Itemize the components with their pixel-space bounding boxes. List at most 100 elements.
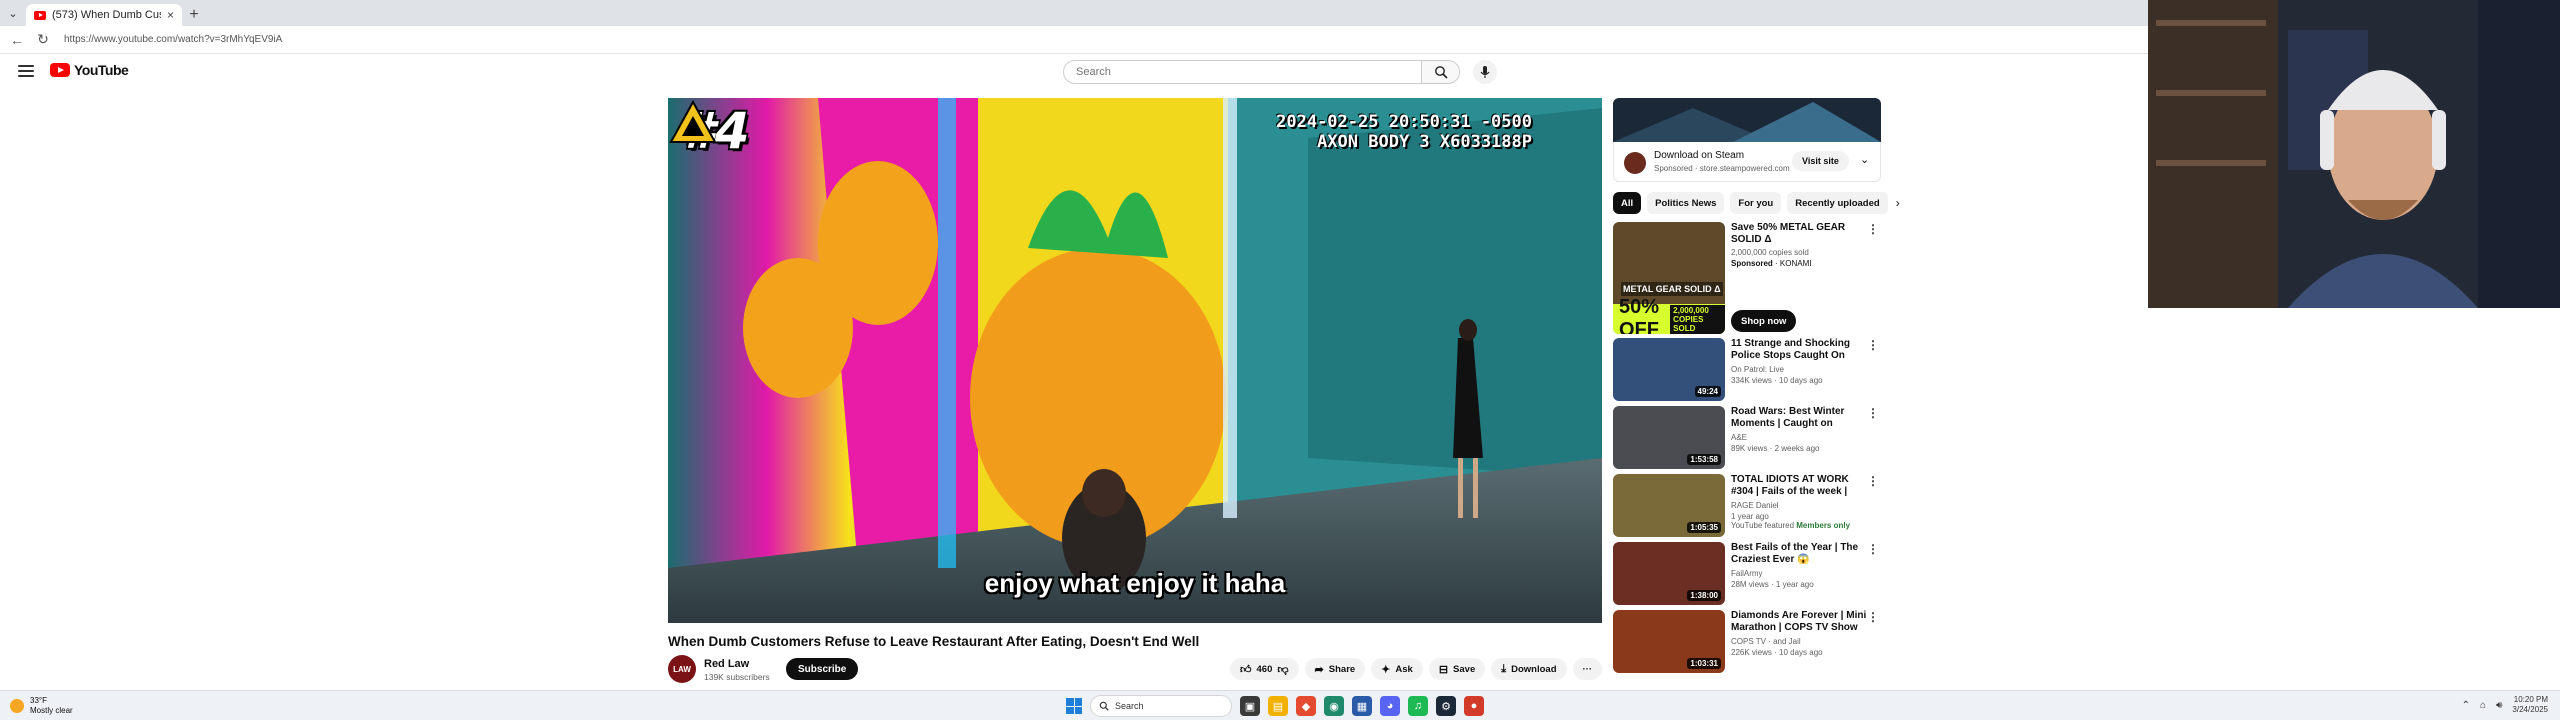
thumbs-down-icon[interactable]: 👎︎ <box>1277 663 1288 676</box>
task-view-icon[interactable]: ▣ <box>1240 696 1260 716</box>
chip-recently-uploaded[interactable]: Recently uploaded <box>1787 192 1888 214</box>
reload-icon[interactable]: ↻ <box>34 31 52 48</box>
search-button[interactable] <box>1422 60 1460 84</box>
tab-close-icon[interactable]: × <box>167 8 174 22</box>
channel-avatar[interactable]: LAW <box>668 655 696 683</box>
more-vert-icon[interactable]: ⋮ <box>1867 338 1879 352</box>
search-icon <box>1099 701 1109 711</box>
chip-politics-news[interactable]: Politics News <box>1647 192 1725 214</box>
youtube-logo[interactable]: YouTube <box>50 62 129 78</box>
recommendation-title[interactable]: TOTAL IDIOTS AT WORK #304 | Fails of the… <box>1731 474 1867 498</box>
video-caption: enjoy what enjoy it haha <box>984 568 1286 598</box>
recommendation-channel[interactable]: FailArmy <box>1731 569 1867 578</box>
more-actions-button[interactable]: ··· <box>1572 658 1602 680</box>
tab-list-button[interactable]: ⌄ <box>0 0 26 26</box>
bodycam-timestamp: 2024-02-25 20:50:31 -0500 AXON BODY 3 X6… <box>1276 112 1532 152</box>
shop-now-button[interactable]: Shop now <box>1731 310 1797 332</box>
tray-chevron-icon[interactable]: ⌃ <box>2462 700 2470 711</box>
recommendation-item[interactable]: 1:38:00 Best Fails of the Year | The Craz… <box>1613 542 1881 606</box>
recommendation-list: 49:24 11 Strange and Shocking Police Stop… <box>1613 338 1881 674</box>
save-button[interactable]: ⊟ Save <box>1428 658 1486 680</box>
video-frame <box>668 98 1602 623</box>
ask-button[interactable]: ✦ Ask <box>1371 658 1423 680</box>
more-vert-icon[interactable]: ⋮ <box>1867 406 1879 420</box>
recommendation-title[interactable]: Best Fails of the Year | The Craziest Ev… <box>1731 542 1867 566</box>
recommendation-info: Road Wars: Best Winter Moments | Caught … <box>1731 406 1867 453</box>
store-icon[interactable]: ▦ <box>1352 696 1372 716</box>
video-actions: 👍︎ 460 👎︎ ➦ Share ✦ Ask ⊟ Save ⤓ Downloa… <box>1230 658 1602 680</box>
recommendation-title[interactable]: 11 Strange and Shocking Police Stops Cau… <box>1731 338 1867 362</box>
download-icon: ⤓ <box>1501 662 1507 675</box>
chevron-right-icon[interactable]: › <box>1896 196 1900 210</box>
video-player[interactable]: #4 2024-02-25 20:50:31 -0500 AXON BODY 3… <box>668 98 1602 623</box>
taskbar-search[interactable]: Search <box>1090 695 1232 717</box>
visit-site-button[interactable]: Visit site <box>1792 151 1849 171</box>
office-app-icon[interactable]: ◆ <box>1296 696 1316 716</box>
recommendation-info: Best Fails of the Year | The Craziest Ev… <box>1731 542 1867 589</box>
download-button[interactable]: ⤓ Download <box>1491 658 1567 680</box>
video-duration: 1:03:31 <box>1687 658 1721 669</box>
steam-icon[interactable]: ⚙ <box>1436 696 1456 716</box>
clock-time: 10:20 PM <box>2513 695 2548 704</box>
youtube-header: YouTube <box>0 54 2148 90</box>
channel-name[interactable]: Red Law <box>704 658 749 670</box>
recommendation-title[interactable]: Road Wars: Best Winter Moments | Caught … <box>1731 406 1867 430</box>
recommendation-item[interactable]: 1:53:58 Road Wars: Best Winter Moments | … <box>1613 406 1881 470</box>
new-tab-button[interactable]: + <box>182 4 206 26</box>
chevron-down-icon[interactable]: ⌄ <box>1860 153 1869 166</box>
recommendation-badge: YouTube featured <box>1731 521 1795 530</box>
more-vert-icon[interactable]: ⋮ <box>1867 474 1879 488</box>
download-label: Download <box>1511 663 1557 675</box>
recommendation-channel[interactable]: A&E <box>1731 433 1867 442</box>
share-icon: ➦ <box>1314 663 1324 676</box>
volume-icon[interactable]: 🔊︎ <box>2496 700 2502 711</box>
search-field[interactable] <box>1063 60 1422 84</box>
ad-title[interactable]: Download on Steam <box>1654 150 1744 161</box>
share-button[interactable]: ➦ Share <box>1304 658 1366 680</box>
recommendation-item[interactable]: 49:24 11 Strange and Shocking Police Stop… <box>1613 338 1881 402</box>
network-icon[interactable]: ⌂ <box>2480 700 2486 711</box>
weather-widget[interactable]: 33°F Mostly clear <box>10 696 73 716</box>
recommendation-item[interactable]: 1:03:31 Diamonds Are Forever | Mini Marat… <box>1613 610 1881 674</box>
url-field[interactable]: https://www.youtube.com/watch?v=3rMhYqEV… <box>64 34 282 45</box>
recommendation-info: 11 Strange and Shocking Police Stops Cau… <box>1731 338 1867 385</box>
more-vert-icon[interactable]: ⋮ <box>1867 542 1879 556</box>
recommendation-item[interactable]: 1:05:35 TOTAL IDIOTS AT WORK #304 | Fails… <box>1613 474 1881 538</box>
recommendation-thumbnail[interactable]: 1:05:35 <box>1613 474 1725 537</box>
spotify-icon[interactable]: ♫ <box>1408 696 1428 716</box>
start-button[interactable] <box>1066 698 1082 714</box>
menu-icon[interactable] <box>18 63 34 79</box>
promo-discount: 50% OFF 2,000,000 COPIES SOLD <box>1613 296 1725 334</box>
chip-all[interactable]: All <box>1613 192 1642 214</box>
recommendation-channel[interactable]: COPS TV · and Jail <box>1731 637 1867 646</box>
edge-icon[interactable]: ◉ <box>1324 696 1344 716</box>
promo-subtitle: 2,000,000 copies sold <box>1731 248 1809 257</box>
recommendation-views: 1 year ago <box>1731 512 1769 521</box>
recommendation-channel[interactable]: RAGE Daniel <box>1731 501 1867 510</box>
like-button[interactable]: 👍︎ 460 👎︎ <box>1230 658 1299 680</box>
promoted-item[interactable]: METAL GEAR SOLID Δ 50% OFF 2,000,000 COP… <box>1613 222 1881 334</box>
bodycam-datetime: 2024-02-25 20:50:31 -0500 <box>1276 112 1532 132</box>
chrome-icon[interactable]: ● <box>1464 696 1484 716</box>
recommendation-title[interactable]: Diamonds Are Forever | Mini Marathon | C… <box>1731 610 1867 634</box>
recommendation-thumbnail[interactable]: 1:38:00 <box>1613 542 1725 605</box>
clock[interactable]: 10:20 PM 3/24/2025 <box>2512 695 2548 715</box>
axon-logo-icon <box>669 99 717 143</box>
promo-thumbnail: METAL GEAR SOLID Δ 50% OFF 2,000,000 COP… <box>1613 222 1725 334</box>
voice-search-button[interactable] <box>1473 60 1497 84</box>
chip-for-you[interactable]: For you <box>1730 192 1782 214</box>
recommendation-thumbnail[interactable]: 49:24 <box>1613 338 1725 401</box>
more-vert-icon[interactable]: ⋮ <box>1867 222 1879 236</box>
search-input[interactable] <box>1076 66 1421 78</box>
subscribe-button[interactable]: Subscribe <box>786 658 859 680</box>
browser-tab[interactable]: (573) When Dumb Customers × <box>26 4 182 26</box>
ad-banner-image[interactable] <box>1613 98 1881 142</box>
bodycam-id: AXON BODY 3 X6033188P <box>1317 132 1532 152</box>
recommendation-thumbnail[interactable]: 1:53:58 <box>1613 406 1725 469</box>
back-arrow-icon[interactable]: ← <box>8 32 26 48</box>
more-vert-icon[interactable]: ⋮ <box>1867 610 1879 624</box>
discord-icon[interactable]: ◕ <box>1380 696 1400 716</box>
file-explorer-icon[interactable]: ▤ <box>1268 696 1288 716</box>
recommendation-thumbnail[interactable]: 1:03:31 <box>1613 610 1725 673</box>
recommendation-channel[interactable]: On Patrol: Live <box>1731 365 1867 374</box>
